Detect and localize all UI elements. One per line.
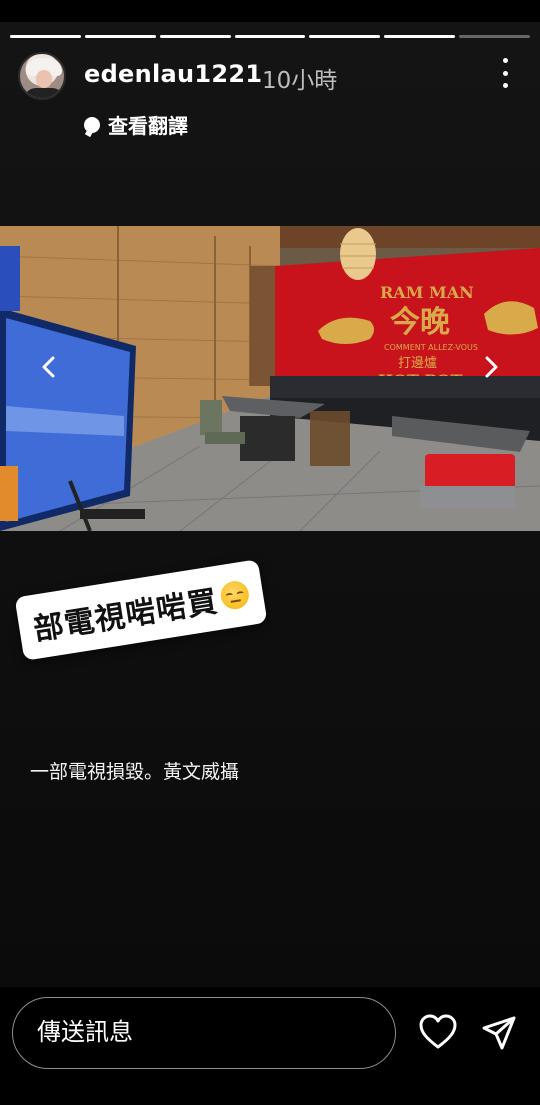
- text-sticker: 部電視啱啱買: [14, 559, 268, 661]
- progress-segment: [159, 35, 231, 38]
- progress-segment: [10, 35, 81, 38]
- reply-bar: 傳送訊息: [0, 987, 540, 1105]
- progress-segment: [84, 35, 156, 38]
- sign-line3: COMMENT ALLEZ-VOUS: [384, 343, 478, 352]
- sign-line4: 打邊爐: [398, 356, 437, 371]
- translate-label: 查看翻譯: [108, 114, 188, 138]
- message-input[interactable]: 傳送訊息: [12, 997, 396, 1069]
- heart-icon[interactable]: [418, 1013, 458, 1053]
- chevron-right-icon[interactable]: [476, 352, 506, 382]
- photo-caption: 一部電視損毀。黃文威攝: [30, 761, 240, 783]
- sticker-text: 部電視啱啱買: [31, 584, 221, 648]
- translate-button[interactable]: 查看翻譯: [84, 110, 188, 139]
- sign-line1: RAM MAN: [380, 283, 474, 302]
- username[interactable]: edenlau1221: [84, 60, 262, 88]
- story-progress-bar: [10, 35, 531, 38]
- sign-line2: 今晚: [390, 305, 450, 340]
- chevron-left-icon[interactable]: [34, 352, 64, 382]
- story-viewer[interactable]: edenlau1221 10小時 查看翻譯 RAM MAN 今晚 COMMENT…: [0, 22, 540, 987]
- story-header: edenlau1221 10小時: [18, 52, 522, 102]
- progress-segment: [384, 35, 456, 38]
- translate-icon: [84, 116, 100, 133]
- progress-segment: [459, 35, 531, 38]
- pensive-face-icon: [218, 579, 251, 612]
- progress-segment: [234, 35, 306, 38]
- more-options-icon[interactable]: [498, 58, 512, 88]
- send-icon[interactable]: [480, 1014, 518, 1052]
- story-photo: RAM MAN 今晚 COMMENT ALLEZ-VOUS 打邊爐 HOT PO…: [0, 226, 540, 531]
- avatar[interactable]: [18, 52, 66, 100]
- progress-segment: [309, 35, 381, 38]
- post-time: 10小時: [262, 68, 338, 94]
